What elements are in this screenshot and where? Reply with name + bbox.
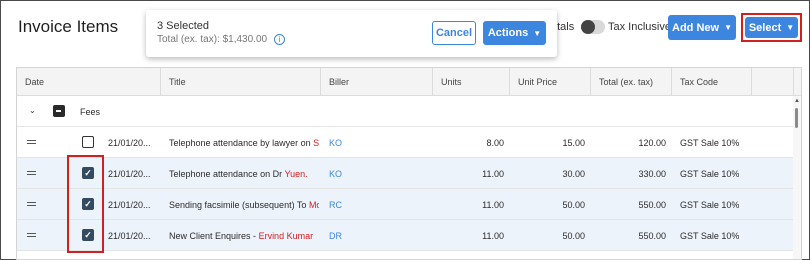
row-units: 11.00 [482, 168, 504, 179]
add-new-label: Add New [672, 21, 720, 34]
vertical-scrollbar[interactable]: ▲ [793, 96, 801, 259]
row-title-highlight: Yuen. [284, 168, 308, 179]
row-date: 21/01/20... [108, 230, 151, 241]
info-icon[interactable]: i [274, 34, 286, 45]
row-total: 120.00 [638, 137, 666, 148]
row-tax-code: GST Sale 10% [680, 199, 740, 210]
row-date: 21/01/20... [108, 168, 151, 179]
column-header-biller[interactable]: Biller [321, 68, 433, 96]
tax-inclusive-toggle[interactable] [581, 20, 605, 34]
selected-total-text: Total (ex. tax): $1,430.00 [157, 34, 268, 45]
row-unit-price: 15.00 [562, 137, 585, 148]
table-row[interactable]: ✓ 21/01/20... New Client Enquires - Ervi… [17, 220, 794, 251]
row-biller[interactable]: KO [329, 158, 342, 189]
chevron-down-icon: ▼ [533, 28, 542, 38]
drag-handle-icon[interactable] [27, 202, 36, 206]
page-title: Invoice Items [18, 17, 119, 36]
cancel-button[interactable]: Cancel [432, 21, 476, 45]
drag-handle-icon[interactable] [27, 233, 36, 237]
row-units: 8.00 [486, 137, 504, 148]
column-header-title[interactable]: Title [161, 68, 321, 96]
actions-button[interactable]: Actions ▼ [483, 21, 546, 45]
column-header-unit-price[interactable]: Unit Price [510, 68, 591, 96]
scrollbar-thumb[interactable] [795, 108, 798, 128]
selection-popup: 3 Selected Total (ex. tax): $1,430.00 i … [146, 10, 557, 57]
invoice-items-grid: Date Title Biller Units Unit Price Total… [16, 67, 802, 260]
select-button[interactable]: Select ▼ [745, 17, 798, 38]
table-row[interactable]: ✓ 21/01/20... Telephone attendance on Dr… [17, 158, 794, 189]
grid-header: Date Title Biller Units Unit Price Total… [17, 68, 801, 96]
row-title-highlight: Molo [308, 199, 319, 210]
chevron-down-icon: ▼ [786, 23, 795, 32]
row-checkbox[interactable] [82, 136, 94, 148]
chevron-down-icon[interactable]: ⌄ [29, 106, 36, 115]
row-tax-code: GST Sale 10% [680, 137, 740, 148]
group-label: Fees [80, 106, 101, 117]
row-title: Telephone attendance on Dr Yuen. [169, 158, 319, 189]
row-title-highlight: Sunc [313, 137, 319, 148]
drag-handle-icon[interactable] [27, 140, 36, 144]
column-header-total[interactable]: Total (ex. tax) [591, 68, 672, 96]
row-title: New Client Enquires - Ervind Kumar [169, 220, 319, 251]
row-title-text: Telephone attendance on Dr [169, 168, 283, 179]
group-checkbox[interactable] [53, 105, 65, 117]
row-title: Sending facsimile (subsequent) To Molo [169, 189, 319, 220]
row-unit-price: 30.00 [562, 168, 585, 179]
tax-inclusive-label: Tax Inclusive [608, 21, 671, 33]
column-header-units[interactable]: Units [433, 68, 510, 96]
column-header-date[interactable]: Date [17, 68, 161, 96]
row-biller[interactable]: DR [329, 220, 342, 251]
group-row-fees[interactable]: ⌄ Fees [17, 96, 794, 127]
row-biller[interactable]: KO [329, 127, 342, 158]
row-title-text: Sending facsimile (subsequent) To [169, 199, 307, 210]
selected-count: 3 Selected [157, 20, 209, 32]
drag-handle-icon[interactable] [27, 171, 36, 175]
selected-total: Total (ex. tax): $1,430.00 i [157, 34, 286, 45]
row-units: 11.00 [482, 199, 504, 210]
table-row[interactable]: ✓ 21/01/20... Sending facsimile (subsequ… [17, 189, 794, 220]
row-title-text: Telephone attendance by lawyer on [169, 137, 311, 148]
column-header-actions [752, 68, 794, 96]
scroll-up-icon[interactable]: ▲ [794, 98, 800, 104]
row-total: 330.00 [638, 168, 666, 179]
row-title-text: New Client Enquires - [169, 230, 257, 241]
row-tax-code: GST Sale 10% [680, 168, 740, 179]
column-header-tax-code[interactable]: Tax Code [672, 68, 752, 96]
chevron-down-icon: ▼ [724, 23, 732, 32]
checkbox-highlight-box [67, 155, 104, 253]
row-total: 550.00 [638, 199, 666, 210]
row-unit-price: 50.00 [562, 230, 585, 241]
add-new-button[interactable]: Add New ▼ [668, 15, 736, 40]
row-total: 550.00 [638, 230, 666, 241]
row-date: 21/01/20... [108, 137, 151, 148]
row-units: 11.00 [482, 230, 504, 241]
row-title: Telephone attendance by lawyer on Sunc [169, 127, 319, 158]
row-unit-price: 50.00 [562, 199, 585, 210]
select-label: Select [748, 21, 782, 34]
row-title-highlight: Ervind Kumar [258, 230, 314, 241]
toggle-knob [581, 20, 595, 34]
actions-label: Actions [487, 27, 529, 39]
row-biller[interactable]: RC [329, 189, 342, 220]
row-tax-code: GST Sale 10% [680, 230, 740, 241]
table-row[interactable]: 21/01/20... Telephone attendance by lawy… [17, 127, 794, 158]
select-highlight-box: Select ▼ [741, 13, 802, 42]
row-date: 21/01/20... [108, 199, 151, 210]
